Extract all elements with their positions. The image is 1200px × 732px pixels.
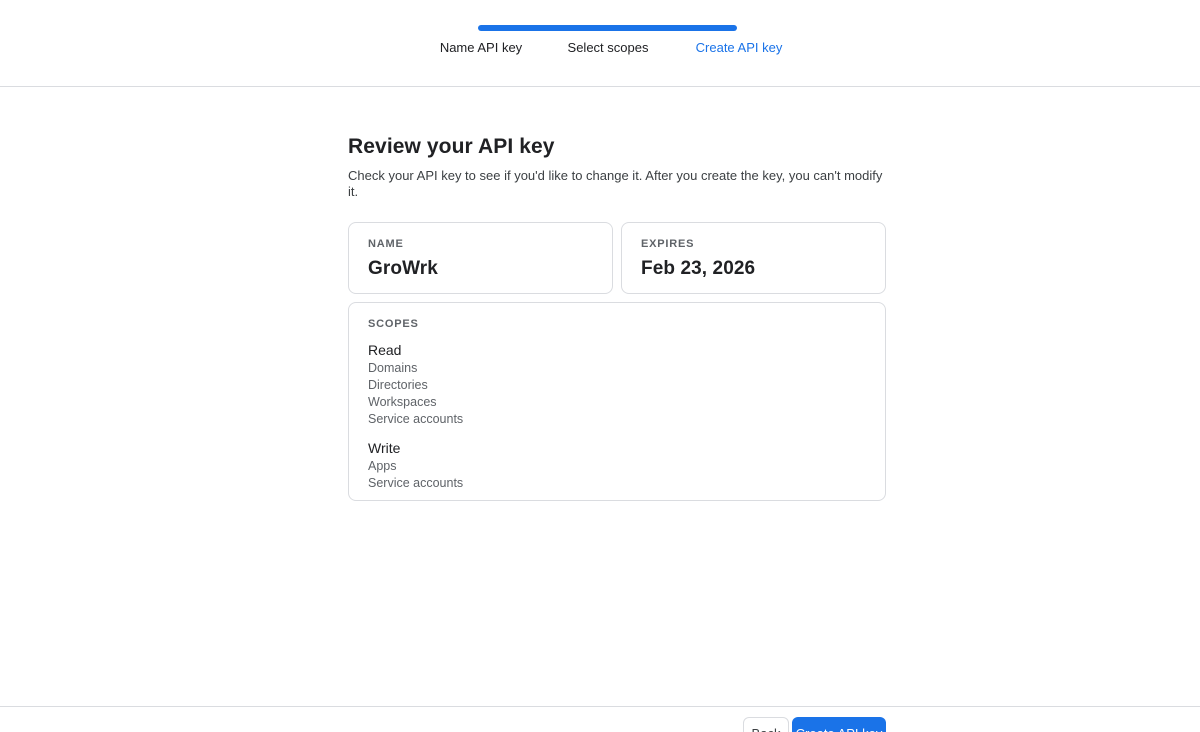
wizard-stepper: Name API key Select scopes Create API ke…: [0, 0, 1200, 87]
expires-card-label: EXPIRES: [641, 238, 866, 250]
scope-item: Domains: [368, 360, 866, 377]
scope-groups: Read Domains Directories Workspaces Serv…: [368, 340, 866, 492]
expires-card-value: Feb 23, 2026: [641, 258, 866, 280]
header-divider: [0, 86, 1200, 87]
review-section: Review your API key Check your API key t…: [348, 135, 886, 501]
name-card: NAME GroWrk: [348, 222, 613, 294]
scope-item: Directories: [368, 377, 866, 394]
expires-card: EXPIRES Feb 23, 2026: [621, 222, 886, 294]
name-card-value: GroWrk: [368, 258, 593, 280]
name-card-label: NAME: [368, 238, 593, 250]
footer-divider: [0, 706, 1200, 707]
scope-item: Workspaces: [368, 394, 866, 411]
summary-cards-row: NAME GroWrk EXPIRES Feb 23, 2026: [348, 222, 886, 294]
scope-item: Apps: [368, 458, 866, 475]
page-title: Review your API key: [348, 135, 886, 159]
step-select-scopes[interactable]: Select scopes: [568, 40, 649, 56]
scope-group-name: Write: [368, 438, 866, 458]
scope-item: Service accounts: [368, 475, 866, 492]
create-api-key-wizard: Name API key Select scopes Create API ke…: [0, 0, 1200, 732]
create-api-key-button[interactable]: Create API key: [792, 717, 886, 732]
step-name-api-key[interactable]: Name API key: [440, 40, 522, 56]
wizard-progress-bar: [478, 25, 737, 31]
scope-item: Service accounts: [368, 411, 866, 428]
step-create-api-key[interactable]: Create API key: [696, 40, 783, 56]
scope-group-read: Read Domains Directories Workspaces Serv…: [368, 340, 866, 428]
scope-group-write: Write Apps Service accounts: [368, 438, 866, 492]
scopes-card-label: SCOPES: [368, 318, 866, 330]
back-button[interactable]: Back: [743, 717, 789, 732]
page-subtitle: Check your API key to see if you'd like …: [348, 168, 886, 200]
scope-group-name: Read: [368, 340, 866, 360]
scopes-card: SCOPES Read Domains Directories Workspac…: [348, 302, 886, 501]
